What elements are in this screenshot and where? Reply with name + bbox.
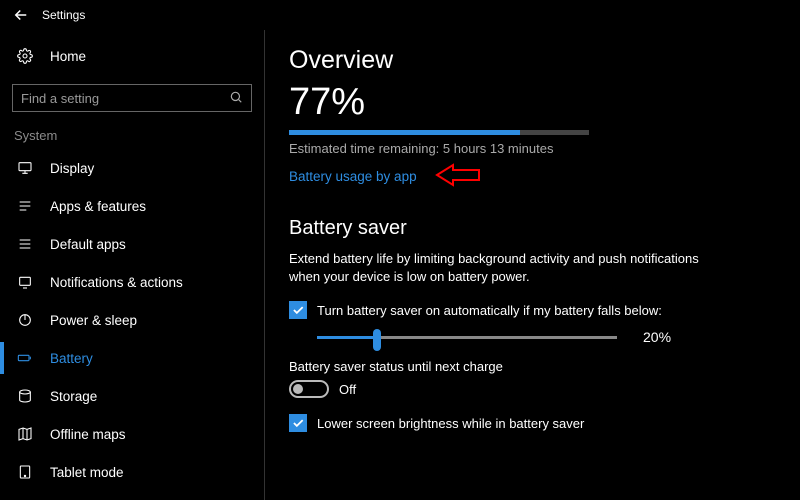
sidebar-home[interactable]: Home [0,36,264,76]
sidebar-item-notifications[interactable]: Notifications & actions [0,263,264,301]
search-icon [229,90,243,107]
threshold-value: 20% [643,329,671,345]
lower-brightness-label: Lower screen brightness while in battery… [317,416,584,431]
sidebar-item-offline-maps[interactable]: Offline maps [0,415,264,453]
threshold-slider-thumb[interactable] [373,329,381,351]
main-content: Overview 77% Estimated time remaining: 5… [265,30,800,500]
saver-status-heading: Battery saver status until next charge [289,359,778,374]
overview-heading: Overview [289,46,778,75]
search-input[interactable] [21,91,221,106]
auto-saver-label: Turn battery saver on automatically if m… [317,303,662,318]
power-icon [14,312,36,328]
threshold-slider[interactable] [317,336,617,339]
back-button[interactable] [0,0,42,30]
battery-bar-fill [289,130,520,135]
apps-icon [14,198,36,214]
sidebar-item-label: Apps & features [50,199,146,214]
sidebar-item-label: Battery [50,351,93,366]
sidebar-item-label: Offline maps [50,427,126,442]
estimated-time: Estimated time remaining: 5 hours 13 min… [289,141,778,156]
battery-bar [289,130,589,135]
sidebar-item-tablet-mode[interactable]: Tablet mode [0,453,264,491]
sidebar-item-battery[interactable]: Battery [0,339,264,377]
sidebar-item-power-sleep[interactable]: Power & sleep [0,301,264,339]
sidebar-item-storage[interactable]: Storage [0,377,264,415]
annotation-arrow-icon [435,162,495,191]
display-icon [14,160,36,176]
auto-saver-checkbox[interactable] [289,301,307,319]
sidebar-home-label: Home [50,49,86,64]
battery-usage-link[interactable]: Battery usage by app [289,169,417,184]
sidebar-item-apps-features[interactable]: Apps & features [0,187,264,225]
battery-saver-description: Extend battery life by limiting backgrou… [289,250,719,285]
sidebar-item-label: Default apps [50,237,126,252]
window-title: Settings [42,8,85,22]
sidebar-item-label: Storage [50,389,97,404]
tablet-icon [14,464,36,480]
toggle-knob [293,384,303,394]
sidebar-group-label: System [0,122,264,149]
notifications-icon [14,274,36,290]
sidebar-item-label: Power & sleep [50,313,137,328]
default-apps-icon [14,236,36,252]
sidebar-item-display[interactable]: Display [0,149,264,187]
battery-icon [14,350,36,366]
battery-percent: 77% [289,81,778,124]
gear-icon [14,48,36,64]
sidebar: Home System Display Apps & features Defa… [0,30,265,500]
arrow-left-icon [12,6,30,24]
check-icon [291,303,305,317]
sidebar-item-label: Notifications & actions [50,275,183,290]
check-icon [291,416,305,430]
sidebar-item-default-apps[interactable]: Default apps [0,225,264,263]
saver-status-text: Off [339,382,356,397]
saver-status-toggle[interactable] [289,380,329,398]
storage-icon [14,388,36,404]
battery-saver-heading: Battery saver [289,217,778,240]
maps-icon [14,426,36,442]
search-box[interactable] [12,84,252,112]
sidebar-item-label: Tablet mode [50,465,124,480]
lower-brightness-checkbox[interactable] [289,414,307,432]
sidebar-item-label: Display [50,161,94,176]
threshold-slider-fill [317,336,377,339]
